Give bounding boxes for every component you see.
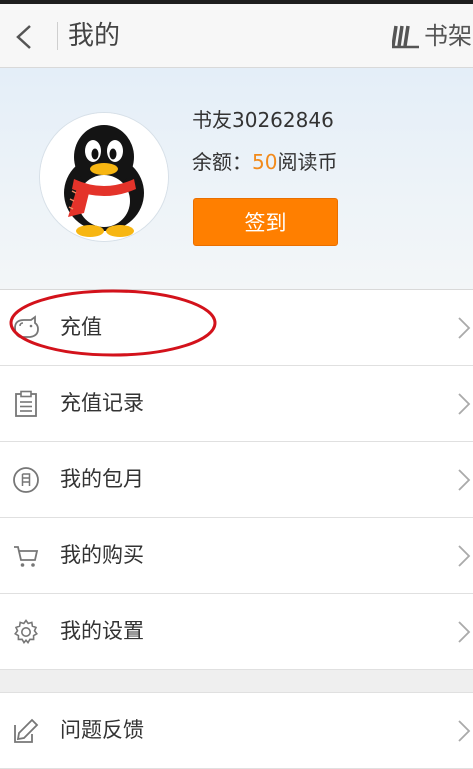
- menu-item-label: 充值: [60, 315, 102, 339]
- menu-item-label: 问题反馈: [60, 718, 144, 742]
- bookshelf-icon: [392, 25, 419, 49]
- title-divider: [57, 22, 58, 50]
- account-menu: 充值 充值记录 我的包月 我的购买 我的设置: [0, 290, 473, 670]
- profile-card: 书友30262846 余额：50阅读币 签到: [0, 68, 473, 290]
- chevron-right-icon: [458, 469, 471, 491]
- balance: 余额：50阅读币: [192, 148, 337, 176]
- chevron-right-icon: [458, 317, 471, 339]
- back-button[interactable]: [0, 4, 50, 68]
- avatar[interactable]: [40, 113, 168, 241]
- menu-item-feedback[interactable]: 问题反馈: [0, 693, 473, 769]
- page-title: 我的: [68, 21, 121, 51]
- sign-in-button[interactable]: 签到: [193, 198, 338, 246]
- menu-item-recharge-history[interactable]: 充值记录: [0, 366, 473, 442]
- menu-item-recharge[interactable]: 充值: [0, 290, 473, 366]
- balance-label: 余额：: [192, 150, 252, 174]
- menu-item-label: 我的购买: [60, 543, 144, 567]
- chevron-right-icon: [458, 393, 471, 415]
- menu-item-settings[interactable]: 我的设置: [0, 594, 473, 670]
- top-bar: 我的 书架: [0, 4, 473, 68]
- edit-icon: [14, 718, 39, 743]
- bookshelf-button[interactable]: 书架: [392, 18, 472, 54]
- gear-icon: [14, 619, 38, 644]
- chevron-right-icon: [458, 545, 471, 567]
- username: 书友30262846: [192, 108, 334, 132]
- monthly-calendar-icon: [13, 467, 39, 493]
- menu-item-label: 我的包月: [60, 467, 144, 491]
- penguin-avatar-icon: [40, 113, 168, 241]
- menu-item-monthly[interactable]: 我的包月: [0, 442, 473, 518]
- bookshelf-label: 书架: [424, 22, 472, 50]
- shopping-cart-icon: [14, 546, 39, 567]
- secondary-menu: 问题反馈: [0, 692, 473, 769]
- balance-unit: 阅读币: [277, 150, 338, 174]
- menu-item-purchases[interactable]: 我的购买: [0, 518, 473, 594]
- menu-item-label: 充值记录: [60, 391, 144, 415]
- back-arrow-icon: [16, 25, 31, 49]
- clipboard-icon: [15, 390, 37, 417]
- balance-amount: 50: [252, 150, 278, 174]
- menu-item-label: 我的设置: [60, 619, 144, 643]
- chevron-right-icon: [458, 621, 471, 643]
- piggy-bank-icon: [14, 315, 39, 338]
- chevron-right-icon: [458, 720, 471, 742]
